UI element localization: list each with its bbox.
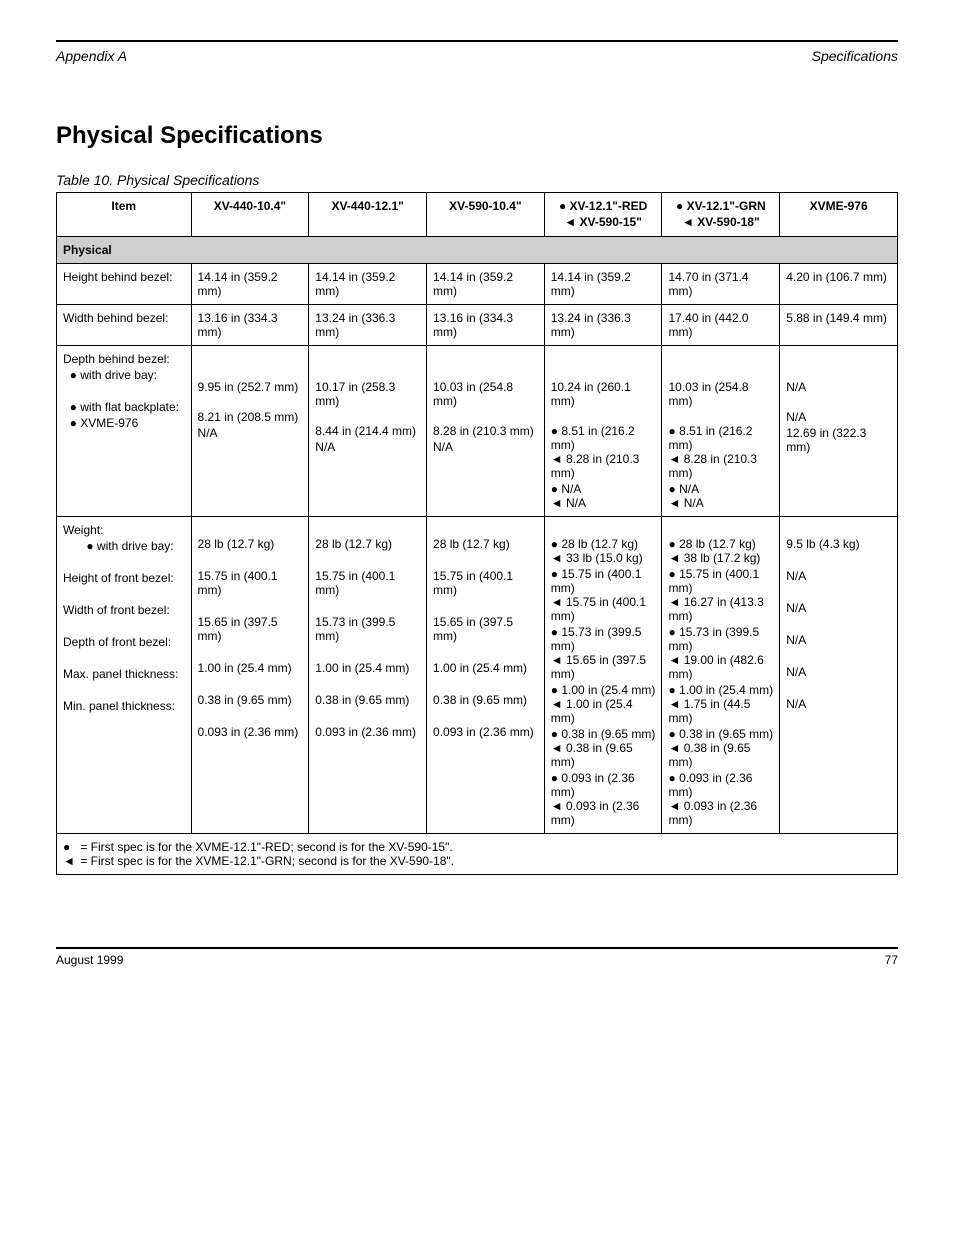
footnote-row: ● = First spec is for the XVME-12.1"-RED… [57,834,898,875]
group-row: Physical [57,237,898,264]
col-3: XV-590-10.4" [427,193,545,237]
table-row: Width behind bezel: 13.16 in (334.3 mm) … [57,305,898,346]
col-6: XVME-976 [780,193,898,237]
col-1: XV-440-10.4" [191,193,309,237]
bullet-icon: ● [63,840,77,854]
col-4: ● XV-12.1"-RED ◄ XV-590-15" [544,193,662,237]
header-left: Appendix A [56,48,127,64]
section-title: Physical Specifications [56,122,898,150]
footer-right: 77 [885,953,898,967]
page: { "header": { "left": "Appendix A", "rig… [0,0,954,1235]
table-row: Depth behind bezel: ● with drive bay: ● … [57,346,898,517]
running-header: Appendix A Specifications [56,48,898,64]
col-2: XV-440-12.1" [309,193,427,237]
running-footer: August 1999 77 [56,953,898,967]
triangle-icon: ◄ [63,854,77,868]
footer-left: August 1999 [56,953,123,967]
table-row: Height behind bezel: 14.14 in (359.2 mm)… [57,264,898,305]
spec-table: Item XV-440-10.4" XV-440-12.1" XV-590-10… [56,192,898,875]
group-label: Physical [57,237,898,264]
top-rule [56,40,898,42]
item: Height behind bezel: [57,264,192,305]
item-depth: Depth behind bezel: ● with drive bay: ● … [57,346,192,517]
table-header-row: Item XV-440-10.4" XV-440-12.1" XV-590-10… [57,193,898,237]
item: Width behind bezel: [57,305,192,346]
table-row: Weight: ● with drive bay: Height of fron… [57,517,898,834]
item-weight: Weight: ● with drive bay: Height of fron… [57,517,192,834]
table-caption: Table 10. Physical Specifications [56,172,898,188]
col-item: Item [57,193,192,237]
bottom-rule [56,947,898,949]
header-right: Specifications [812,48,898,64]
col-5: ● XV-12.1"-GRN ◄ XV-590-18" [662,193,780,237]
